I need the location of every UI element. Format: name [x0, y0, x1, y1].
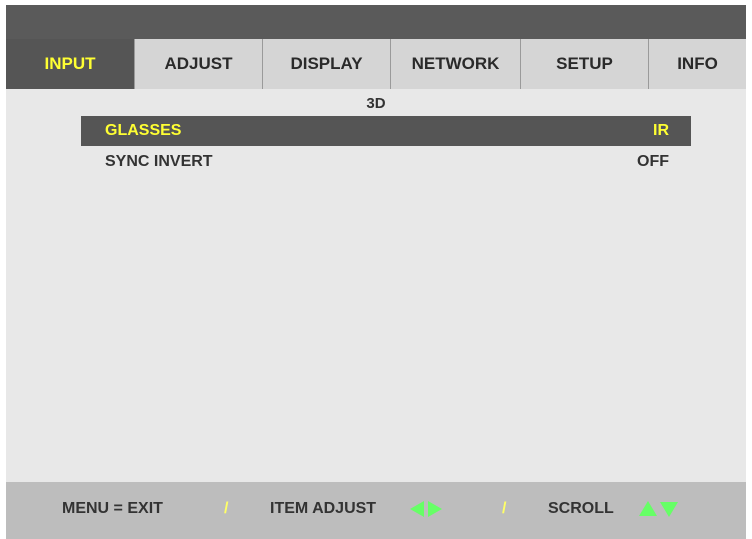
footer-hints: MENU = EXIT / ITEM ADJUST / SCROLL	[6, 482, 746, 539]
item-adjust-hint: ITEM ADJUST	[270, 500, 377, 517]
tab-input[interactable]: INPUT	[6, 39, 134, 89]
arrow-down-icon	[660, 502, 678, 517]
osd-menu: INPUT ADJUST DISPLAY NETWORK SETUP INFO …	[6, 5, 746, 539]
menu-item-value: OFF	[637, 153, 669, 170]
section-title: 3D	[366, 95, 386, 112]
exit-hint: MENU = EXIT	[62, 500, 163, 517]
scroll-hint: SCROLL	[548, 500, 614, 517]
tab-network-label: NETWORK	[411, 54, 500, 73]
hint-separator: /	[224, 500, 229, 517]
arrow-left-icon	[410, 501, 424, 517]
arrow-right-icon	[428, 501, 442, 517]
tab-info[interactable]: INFO	[648, 39, 746, 89]
menu-item-label: GLASSES	[105, 122, 182, 139]
tab-adjust[interactable]: ADJUST	[134, 39, 262, 89]
menu-item-value: IR	[653, 122, 669, 139]
menu-tabs: INPUT ADJUST DISPLAY NETWORK SETUP INFO	[6, 39, 746, 89]
menu-item-glasses[interactable]: GLASSES IR	[81, 116, 691, 146]
hint-separator: /	[502, 500, 507, 517]
tab-setup[interactable]: SETUP	[520, 39, 648, 89]
menu-item-sync-invert[interactable]: SYNC INVERT OFF	[81, 147, 691, 177]
tab-adjust-label: ADJUST	[164, 54, 233, 73]
tab-setup-label: SETUP	[556, 54, 613, 73]
arrow-up-icon	[639, 501, 657, 516]
tab-display[interactable]: DISPLAY	[262, 39, 390, 89]
tab-info-label: INFO	[677, 54, 718, 73]
menu-content: 3D GLASSES IR SYNC INVERT OFF	[6, 89, 746, 482]
menu-top-bar	[6, 5, 746, 39]
menu-item-label: SYNC INVERT	[105, 153, 213, 170]
tab-input-label: INPUT	[44, 54, 96, 73]
tab-display-label: DISPLAY	[290, 54, 363, 73]
tab-network[interactable]: NETWORK	[390, 39, 520, 89]
